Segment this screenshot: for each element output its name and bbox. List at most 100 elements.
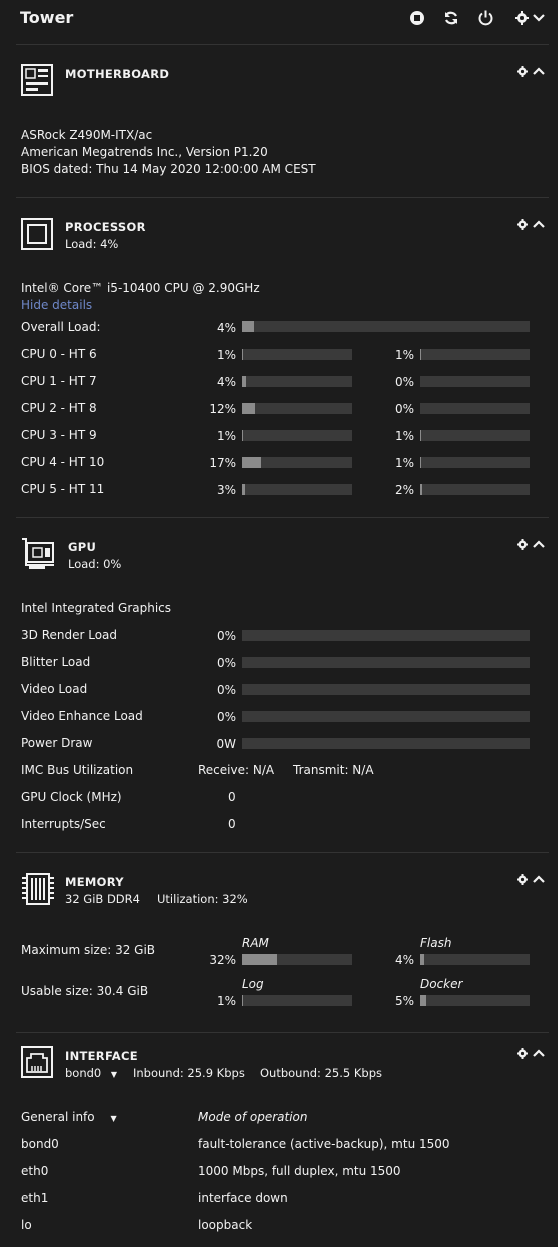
chevron-up-icon[interactable]: [533, 875, 545, 884]
chevron-up-icon[interactable]: [533, 67, 545, 76]
gpu-metric-label: Video Enhance Load: [21, 709, 143, 723]
memory-pool-name: Log: [242, 977, 264, 991]
memory-pool-name: Docker: [420, 977, 463, 991]
memory-utilization: Utilization: 32%: [157, 892, 248, 906]
divider: [16, 517, 549, 518]
cpu-thread-load-bar: [420, 376, 530, 387]
memory-max-size: Maximum size: 32 GiB: [21, 943, 156, 957]
gear-icon[interactable]: [517, 874, 528, 885]
interface-inbound: Inbound: 25.9 Kbps: [133, 1066, 245, 1080]
ethernet-port-icon: [21, 1046, 53, 1078]
cpu-core-load-bar: [242, 376, 352, 387]
gpu-metric-bar: [242, 711, 530, 722]
memory-pool-bar: [420, 995, 530, 1006]
cpu-core-load-bar: [242, 403, 352, 414]
divider: [16, 197, 549, 198]
bar-fill: [242, 403, 256, 414]
cpu-thread-load-bar: [420, 484, 530, 495]
cpu-thread-load-value: 1%: [394, 456, 414, 470]
interrupts-label: Interrupts/Sec: [21, 817, 106, 831]
interface-row-name: eth0: [21, 1164, 49, 1178]
gpu-metric-bar: [242, 684, 530, 695]
memory-pool-pct: 4%: [394, 953, 414, 967]
bar-fill: [420, 349, 422, 360]
power-icon[interactable]: [477, 9, 494, 26]
bar-fill: [242, 995, 244, 1006]
gpu-metric-bar: [242, 630, 530, 641]
bios-date: BIOS dated: Thu 14 May 2020 12:00:00 AM …: [21, 162, 316, 176]
cpu-core-label: CPU 1 - HT 7: [21, 374, 97, 388]
bios-vendor: American Megatrends Inc., Version P1.20: [21, 145, 268, 159]
gear-icon[interactable]: [515, 11, 529, 25]
memory-usable-size: Usable size: 30.4 GiB: [21, 984, 149, 998]
memory-pool-pct: 32%: [209, 953, 236, 967]
stop-icon[interactable]: [409, 10, 425, 26]
bar-fill: [420, 484, 423, 495]
processor-load: Load: 4%: [65, 237, 119, 251]
gpu-metric-label: Power Draw: [21, 736, 93, 750]
interface-row-mode: fault-tolerance (active-backup), mtu 150…: [198, 1137, 450, 1151]
cpu-thread-load-value: 2%: [394, 483, 414, 497]
dropdown-arrow-icon: ▼: [110, 1070, 118, 1079]
bar-fill: [242, 349, 244, 360]
cpu-icon: [21, 218, 53, 250]
gear-icon[interactable]: [517, 1048, 528, 1059]
mode-header: Mode of operation: [198, 1110, 308, 1124]
overall-load-value: 4%: [216, 321, 236, 335]
refresh-icon[interactable]: [443, 10, 459, 26]
memory-pool-bar: [242, 995, 352, 1006]
gear-icon[interactable]: [517, 539, 528, 550]
interface-row-name: lo: [21, 1218, 32, 1232]
gpu-load: Load: 0%: [68, 557, 122, 571]
chevron-down-icon[interactable]: [533, 13, 545, 23]
overall-load-label: Overall Load:: [21, 320, 101, 334]
cpu-thread-load-bar: [420, 403, 530, 414]
section-title-gpu: GPU: [68, 540, 97, 554]
interface-select[interactable]: bond0 ▼: [65, 1066, 117, 1080]
hide-details-link[interactable]: Hide details: [21, 298, 92, 312]
bar-fill: [420, 954, 425, 965]
gpu-metric-label: Blitter Load: [21, 655, 91, 669]
imc-receive: Receive: N/A: [198, 763, 275, 777]
cpu-core-load-value: 12%: [209, 402, 236, 416]
interface-select-value: bond0: [65, 1066, 102, 1080]
bar-fill: [420, 457, 422, 468]
bar-fill: [420, 995, 426, 1006]
memory-type: 32 GiB DDR4: [65, 892, 140, 906]
motherboard-model: ASRock Z490M-ITX/ac: [21, 128, 153, 142]
gpu-metric-value: 0%: [216, 629, 236, 643]
cpu-core-label: CPU 3 - HT 9: [21, 428, 97, 442]
chevron-up-icon[interactable]: [533, 1049, 545, 1058]
gpu-icon: [22, 538, 54, 569]
cpu-thread-load-value: 1%: [394, 348, 414, 362]
bar-fill: [242, 457, 261, 468]
cpu-core-load-value: 1%: [216, 348, 236, 362]
gpu-metric-label: Video Load: [21, 682, 88, 696]
motherboard-icon: [21, 64, 53, 96]
memory-icon: [22, 873, 54, 905]
gear-icon[interactable]: [517, 66, 528, 77]
chevron-up-icon[interactable]: [533, 540, 545, 549]
gpu-metric-value: 0%: [216, 710, 236, 724]
info-select[interactable]: General info ▼: [21, 1110, 117, 1124]
memory-pool-name: RAM: [242, 936, 269, 950]
divider: [16, 44, 549, 45]
gpu-metric-value: 0%: [216, 656, 236, 670]
gear-icon[interactable]: [517, 219, 528, 230]
gpu-clock-label: GPU Clock (MHz): [21, 790, 122, 804]
cpu-thread-load-value: 0%: [394, 402, 414, 416]
section-title-processor: PROCESSOR: [65, 220, 146, 234]
memory-pool-name: Flash: [420, 936, 452, 950]
cpu-core-load-bar: [242, 484, 352, 495]
gpu-name: Intel Integrated Graphics: [21, 601, 172, 615]
gpu-metric-label: 3D Render Load: [21, 628, 118, 642]
info-select-value: General info: [21, 1110, 95, 1124]
section-title-memory: MEMORY: [65, 875, 124, 889]
cpu-name: Intel® Core™ i5-10400 CPU @ 2.90GHz: [21, 281, 260, 295]
cpu-thread-load-bar: [420, 457, 530, 468]
cpu-core-label: CPU 2 - HT 8: [21, 401, 97, 415]
chevron-up-icon[interactable]: [533, 220, 545, 229]
cpu-thread-load-value: 1%: [394, 429, 414, 443]
memory-pool-bar: [242, 954, 352, 965]
cpu-thread-load-bar: [420, 430, 530, 441]
